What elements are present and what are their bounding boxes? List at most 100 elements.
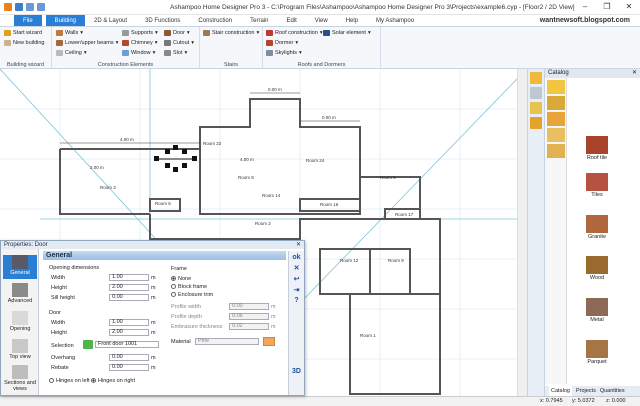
door-height-field[interactable]: 2.00 — [109, 329, 149, 336]
radio-indicator — [91, 378, 96, 384]
opening-width-field[interactable]: 1.00 — [109, 274, 149, 281]
catalog-item-tiles[interactable]: Tiles — [577, 173, 617, 198]
frame-block-radio[interactable]: Block frame — [171, 284, 207, 290]
material-label: Material — [171, 339, 191, 345]
profile-depth-label: Profile depth — [171, 314, 202, 320]
redo-icon[interactable] — [37, 3, 45, 11]
unit-label: m — [271, 304, 276, 310]
tab-file[interactable]: File — [14, 15, 42, 26]
new-building-button[interactable]: New building — [4, 40, 45, 46]
catalog-item-granite[interactable]: Granite — [577, 215, 617, 240]
close-icon[interactable]: ✕ — [632, 69, 637, 78]
material-dropdown[interactable]: Pine — [195, 338, 259, 345]
slot-button[interactable]: Slot ▾ — [164, 50, 187, 56]
door-width-label: Width — [51, 320, 66, 326]
catalog-item-metal[interactable]: Metal — [577, 298, 617, 323]
nav-top-view[interactable]: Top view — [3, 339, 37, 363]
close-icon[interactable]: ✕ — [296, 241, 301, 249]
tab-my-ashampoo[interactable]: My Ashampoo — [367, 15, 423, 26]
skylights-button[interactable]: Skylights ▾ — [266, 50, 302, 56]
tab-terrain[interactable]: Terrain — [241, 15, 277, 26]
save-icon[interactable] — [15, 3, 23, 11]
layers-tool-icon[interactable] — [530, 87, 542, 99]
catalog-item-parquet[interactable]: Parquet — [577, 340, 617, 365]
folder-icon[interactable] — [546, 112, 565, 126]
close-button[interactable]: ✕ — [618, 0, 640, 14]
catalog-folders — [545, 78, 567, 384]
folder-icon[interactable] — [546, 128, 565, 142]
sill-height-field[interactable]: 0.00 — [109, 294, 149, 301]
supports-button[interactable]: Supports ▾ — [122, 30, 158, 36]
catalog-item-wood[interactable]: Wood — [577, 256, 617, 281]
door-button[interactable]: Door ▾ — [164, 30, 190, 36]
tab-view[interactable]: View — [306, 15, 337, 26]
materials-tool-icon[interactable] — [530, 102, 542, 114]
rebate-field[interactable]: 0.00 — [109, 364, 149, 371]
cutout-button[interactable]: Cutout ▾ — [164, 40, 194, 46]
tab-3d-functions[interactable]: 3D Functions — [136, 15, 189, 26]
3d-view-button[interactable]: 3D — [289, 368, 304, 375]
undo-icon[interactable] — [26, 3, 34, 11]
solar-icon — [323, 30, 330, 36]
status-bar: x: 0.7945 y: 5.0372 z: 0.000 — [0, 396, 640, 406]
window-button[interactable]: Window ▾ — [122, 50, 155, 56]
door-width-field[interactable]: 1.00 — [109, 319, 149, 326]
hinges-left-radio[interactable]: Hinges on left — [49, 378, 90, 384]
unit-label: m — [151, 320, 156, 326]
stair-construction-button[interactable]: Stair construction ▾ — [203, 30, 259, 36]
unit-label: m — [151, 365, 156, 371]
solar-element-button[interactable]: Solar element ▾ — [323, 30, 371, 36]
unit-label: m — [271, 324, 276, 330]
door-selection-dropdown[interactable]: Front door 1001 — [95, 341, 159, 348]
folder-icon[interactable] — [546, 144, 565, 158]
opening-height-field[interactable]: 2.00 — [109, 284, 149, 291]
selection-label: Selection — [51, 343, 74, 349]
ok-button[interactable]: ok — [289, 254, 304, 261]
profile-width-label: Profile width — [171, 304, 201, 310]
canvas-vertical-scrollbar[interactable] — [517, 69, 527, 396]
tab-2d-layout[interactable]: 2D & Layout — [85, 15, 136, 26]
frame-none-radio[interactable]: None — [171, 276, 191, 282]
dimension-label: 2.00 m — [90, 165, 104, 170]
nav-general[interactable]: General — [3, 255, 37, 279]
objects-tool-icon[interactable] — [530, 117, 542, 129]
maximize-button[interactable]: ❐ — [596, 0, 618, 14]
minimize-button[interactable]: – — [574, 0, 596, 14]
walls-button[interactable]: Walls ▾ — [56, 30, 83, 36]
folder-icon[interactable] — [546, 80, 565, 94]
nav-sections-views[interactable]: Sections and views — [3, 365, 37, 393]
tiles-swatch — [586, 173, 608, 191]
tab-building[interactable]: Building — [45, 15, 86, 26]
nav-advanced[interactable]: Advanced — [3, 283, 37, 307]
help-button[interactable]: ? — [289, 297, 304, 304]
material-swatch[interactable] — [263, 337, 275, 346]
undo-button[interactable]: ↩ — [289, 275, 304, 283]
tab-edit[interactable]: Edit — [277, 15, 305, 26]
hinges-right-radio[interactable]: Hinges on right — [91, 378, 135, 384]
tab-construction[interactable]: Construction — [189, 15, 241, 26]
section-title: General — [43, 251, 286, 260]
tab-quantities[interactable]: Quantities — [600, 386, 625, 396]
folder-icon[interactable] — [546, 96, 565, 110]
cancel-button[interactable]: ✕ — [289, 264, 304, 272]
frame-enclosure-radio[interactable]: Enclosure trim — [171, 292, 213, 298]
nav-opening[interactable]: Opening — [3, 311, 37, 335]
tab-projects[interactable]: Projects — [576, 386, 596, 396]
dormer-button[interactable]: Dormer ▾ — [266, 40, 298, 46]
chimney-button[interactable]: Chimney ▾ — [122, 40, 157, 46]
catalog-tool-icon[interactable] — [530, 72, 542, 84]
overhang-field[interactable]: 0.00 — [109, 354, 149, 361]
catalog-item-roof-tile[interactable]: Roof tile — [577, 136, 617, 161]
tab-catalog[interactable]: Catalog — [549, 386, 572, 396]
ceiling-button[interactable]: Ceiling ▾ — [56, 50, 87, 56]
start-wizard-button[interactable]: Start wizard — [4, 30, 42, 36]
app-icon — [4, 3, 12, 11]
apply-button[interactable]: ⇥ — [289, 286, 304, 294]
beams-button[interactable]: Lower/upper beams ▾ — [56, 40, 118, 46]
door-icon — [164, 30, 171, 36]
chimney-icon — [122, 40, 129, 46]
roof-construction-button[interactable]: Roof construction ▾ — [266, 30, 323, 36]
tab-help[interactable]: Help — [337, 15, 367, 26]
room-label: Room 3 — [100, 185, 116, 190]
group-label: Construction Elements — [97, 62, 154, 68]
